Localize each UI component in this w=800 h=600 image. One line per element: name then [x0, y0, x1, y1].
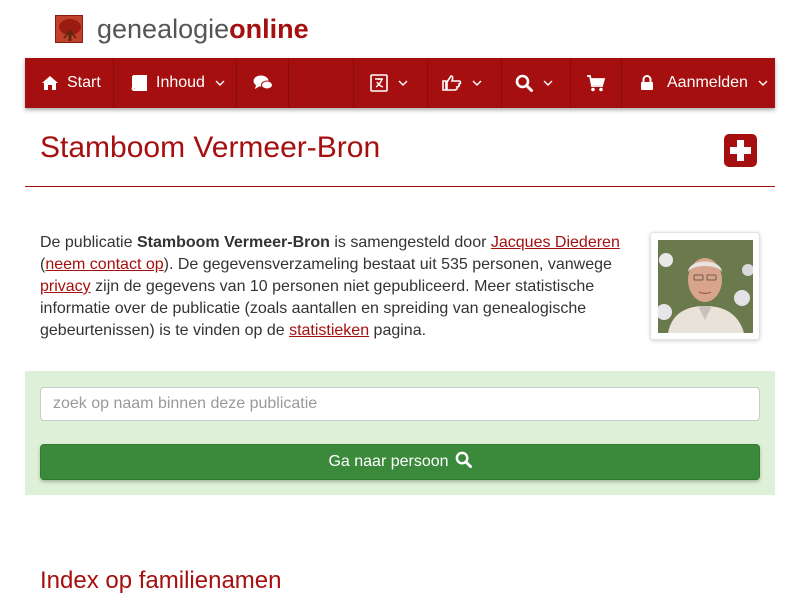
nav-start-label: Start: [67, 74, 101, 91]
comments-icon: [253, 75, 273, 91]
lock-icon: [640, 75, 654, 91]
nav-search[interactable]: [502, 58, 571, 108]
go-to-person-label: Ga naar persoon: [328, 453, 449, 470]
cart-icon: [586, 74, 606, 92]
search-icon: [515, 74, 533, 92]
thumbs-up-icon: [442, 75, 462, 91]
nav-share[interactable]: [428, 58, 502, 108]
home-icon: [41, 75, 59, 91]
chevron-down-icon: [758, 80, 768, 87]
title-row: Stamboom Vermeer-Bron: [25, 118, 775, 187]
chevron-down-icon: [472, 80, 482, 87]
nav-login-label: Aanmelden: [667, 74, 748, 91]
author-card[interactable]: [650, 232, 760, 340]
plus-square-icon[interactable]: [724, 134, 757, 167]
search-input[interactable]: [40, 387, 760, 421]
author-link[interactable]: Jacques Diederen: [491, 234, 620, 251]
page-title: Stamboom Vermeer-Bron: [40, 131, 381, 164]
privacy-link[interactable]: privacy: [40, 278, 91, 295]
author-photo: [658, 240, 753, 333]
nav-inhoud-label: Inhoud: [156, 74, 205, 91]
nav-start[interactable]: Start: [25, 58, 114, 108]
book-icon: [130, 75, 148, 91]
nav-inhoud[interactable]: Inhoud: [114, 58, 237, 108]
publication-intro: De publicatie Stamboom Vermeer-Bron is s…: [40, 234, 620, 339]
language-icon: [370, 74, 388, 92]
publication-name: Stamboom Vermeer-Bron: [136, 234, 330, 251]
statistics-link[interactable]: statistieken: [289, 322, 369, 339]
site-brand[interactable]: genealogieonline: [55, 14, 309, 44]
go-to-person-button[interactable]: Ga naar persoon: [40, 444, 760, 480]
search-panel: Ga naar persoon: [25, 371, 775, 495]
nav-forum[interactable]: [237, 58, 289, 108]
nav-spacer: [289, 58, 354, 108]
nav-shop[interactable]: [571, 58, 622, 108]
chevron-down-icon: [543, 80, 553, 87]
tree-logo: [55, 15, 83, 43]
chevron-down-icon: [215, 80, 225, 87]
nav-login[interactable]: Aanmelden: [622, 58, 775, 108]
search-icon: [449, 451, 472, 473]
surname-index-title: Index op familienamen: [40, 567, 282, 594]
nav-language[interactable]: [354, 58, 428, 108]
contact-link[interactable]: neem contact op: [45, 256, 163, 273]
brand-name: genealogieonline: [97, 14, 309, 44]
main-navbar: Start Inhoud Aanmelden: [25, 58, 775, 108]
chevron-down-icon: [398, 80, 408, 87]
